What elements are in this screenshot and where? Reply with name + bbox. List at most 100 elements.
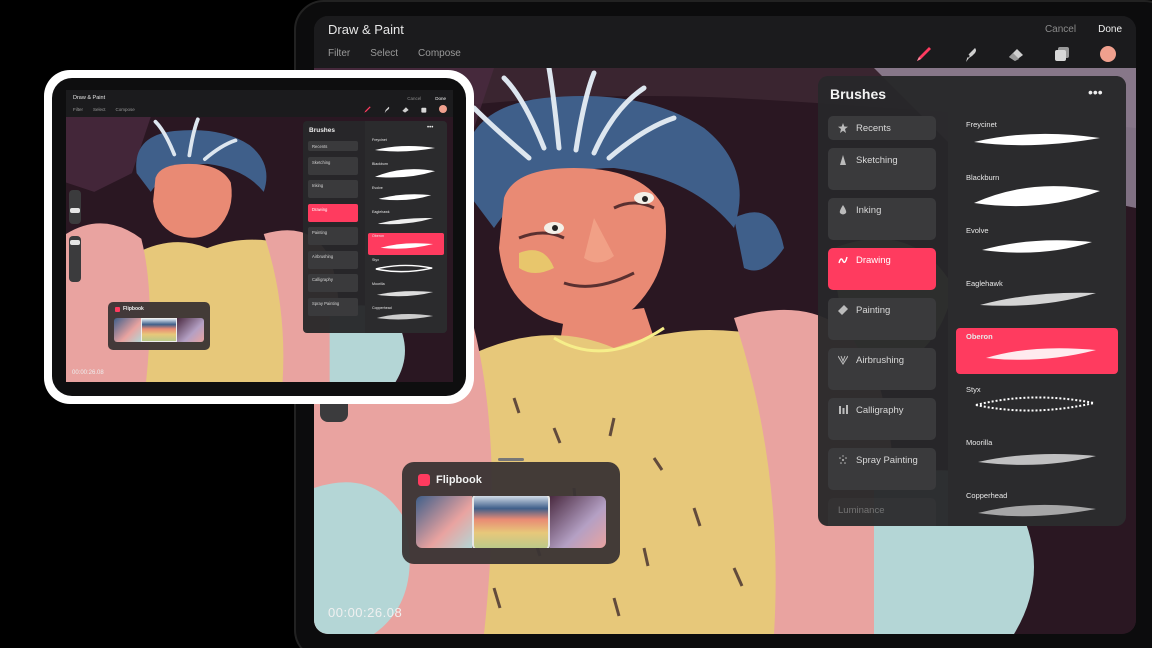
category-calligraphy[interactable]: Calligraphy: [828, 398, 936, 440]
small-brush-item[interactable]: Freycinet: [368, 137, 444, 159]
flipbook-header: Flipbook: [418, 474, 482, 486]
small-category-calligraphy[interactable]: Calligraphy: [308, 274, 358, 292]
category-recents[interactable]: Recents: [828, 116, 936, 140]
category-sketching[interactable]: Sketching: [828, 148, 936, 190]
small-category-sketching[interactable]: Sketching: [308, 156, 358, 175]
small-category-drawing[interactable]: Drawing: [308, 203, 358, 222]
category-label: Inking: [856, 205, 882, 216]
small-brush-item[interactable]: Copperhead: [368, 305, 444, 327]
flipbook-frame-current[interactable]: [472, 496, 550, 548]
small-menu-compose[interactable]: Compose: [116, 107, 135, 112]
small-brush-item[interactable]: Styx: [368, 257, 444, 279]
brush-item[interactable]: Moorilla: [956, 434, 1118, 480]
category-label: Spray Painting: [856, 455, 918, 466]
flipbook-frame[interactable]: [549, 496, 606, 548]
menu-select[interactable]: Select: [370, 48, 398, 59]
small-category-painting[interactable]: Painting: [308, 227, 358, 245]
brush-item[interactable]: Blackburn: [956, 169, 1118, 215]
brush-stroke-preview: [980, 292, 1096, 306]
small-brush-item[interactable]: Eaglehawk: [368, 209, 444, 231]
brush-item[interactable]: Evolve: [956, 222, 1118, 268]
flipbook-panel[interactable]: Flipbook: [402, 458, 620, 564]
small-brush-name: Styx: [372, 258, 379, 262]
small-flipbook-panel[interactable]: Flipbook: [108, 302, 210, 350]
category-painting[interactable]: Painting: [828, 298, 936, 340]
small-flipbook-title: Flipbook: [123, 306, 144, 312]
small-brush-item[interactable]: Blackburn: [368, 161, 444, 183]
menu-filter[interactable]: Filter: [328, 48, 350, 59]
category-label: Recents: [856, 122, 891, 134]
spray-icon: [839, 455, 847, 464]
color-picker-button[interactable]: [1098, 44, 1118, 64]
eraser-icon[interactable]: [1006, 44, 1026, 64]
category-label: Airbrushing: [856, 355, 905, 366]
brush-item[interactable]: Copperhead: [956, 487, 1118, 526]
done-button[interactable]: Done: [1098, 24, 1122, 35]
brush-icon[interactable]: [363, 105, 372, 114]
small-cancel-button[interactable]: Cancel: [407, 96, 421, 101]
flipbook-frame[interactable]: [416, 496, 473, 548]
small-category-inking[interactable]: Inking: [308, 180, 358, 198]
category-label: Sketching: [856, 155, 898, 166]
airbrush-icon: [838, 355, 848, 365]
calligraphy-icon: [839, 405, 848, 414]
small-brush-item[interactable]: Evolve: [368, 185, 444, 207]
flipbook-drag-handle[interactable]: [498, 458, 524, 461]
small-brush-stroke-preview: [376, 291, 434, 297]
category-luminance[interactable]: Luminance: [828, 498, 936, 526]
small-current-color-swatch[interactable]: [439, 105, 447, 113]
top-actions: Cancel Done: [1045, 24, 1122, 35]
small-brushes-more-button[interactable]: •••: [427, 125, 433, 131]
brush-icon[interactable]: [914, 44, 934, 64]
brush-stroke-preview: [986, 348, 1096, 360]
small-top-toolbar: Draw & Paint Filter Select Compose Cance…: [66, 90, 453, 117]
small-category-spray-painting[interactable]: Spray Painting: [308, 297, 358, 316]
small-menu-filter[interactable]: Filter: [73, 107, 83, 112]
small-brush-list: Freycinet Blackburn Evolve Eaglehawk Obe…: [365, 121, 447, 333]
category-inking[interactable]: Inking: [828, 198, 936, 240]
category-label: Painting: [856, 305, 891, 316]
small-app-title: Draw & Paint: [73, 95, 106, 101]
brush-library-panel: Freycinet Blackburn Evolve Eaglehawk Obe…: [818, 76, 1126, 526]
brush-item[interactable]: Eaglehawk: [956, 275, 1118, 321]
small-brush-item-selected[interactable]: Oberon: [368, 233, 444, 255]
category-airbrushing[interactable]: Airbrushing: [828, 348, 936, 390]
small-brush-stroke-preview: [376, 314, 434, 320]
small-category-airbrushing[interactable]: Airbrushing: [308, 250, 358, 269]
small-flipbook-frame[interactable]: [177, 318, 204, 342]
small-brush-name: Evolve: [372, 186, 383, 190]
small-flipbook-frame-current[interactable]: [140, 318, 178, 342]
brushes-more-button[interactable]: •••: [1088, 84, 1103, 100]
small-category-recents[interactable]: Recents: [308, 141, 358, 151]
small-brushes-title: Brushes: [309, 127, 336, 134]
category-drawing[interactable]: Drawing: [828, 248, 936, 290]
smudge-icon[interactable]: [382, 105, 391, 114]
brush-stroke-preview: [982, 240, 1092, 253]
category-spray-painting[interactable]: Spray Painting: [828, 448, 936, 490]
small-done-button[interactable]: Done: [435, 96, 446, 101]
brush-item-selected[interactable]: Oberon: [956, 328, 1118, 374]
small-flipbook-frame[interactable]: [114, 318, 141, 342]
brush-item[interactable]: Styx: [956, 381, 1118, 427]
menu-compose[interactable]: Compose: [418, 48, 461, 59]
small-category-label: Sketching: [312, 159, 331, 165]
cancel-button[interactable]: Cancel: [1045, 24, 1076, 35]
brush-item[interactable]: Freycinet: [956, 116, 1118, 162]
small-size-slider[interactable]: [69, 190, 81, 224]
small-brush-stroke-preview: [380, 243, 434, 249]
small-menu-select[interactable]: Select: [93, 107, 106, 112]
smudge-icon[interactable]: [960, 44, 980, 64]
layers-icon[interactable]: [420, 105, 429, 114]
flipbook-title: Flipbook: [436, 474, 482, 486]
small-brush-stroke-preview: [378, 194, 432, 201]
small-opacity-knob[interactable]: [70, 240, 80, 245]
ink-drop-icon: [839, 205, 847, 215]
tool-strip: [914, 44, 1118, 64]
small-brush-item[interactable]: Moorilla: [368, 281, 444, 303]
small-size-knob[interactable]: [70, 208, 80, 213]
small-opacity-slider[interactable]: [69, 236, 81, 282]
eraser-icon[interactable]: [401, 105, 410, 114]
brush-stroke-preview: [978, 454, 1096, 465]
flipbook-icon: [418, 474, 430, 486]
layers-icon[interactable]: [1052, 44, 1072, 64]
